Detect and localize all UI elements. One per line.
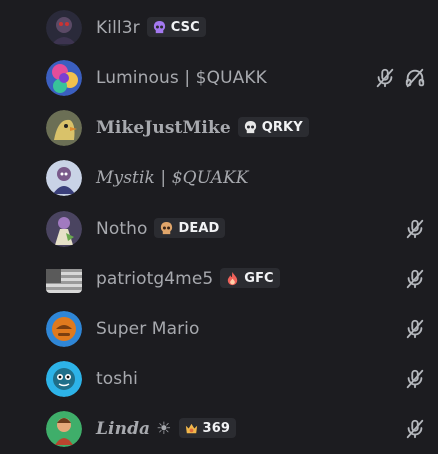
headphones-deafened-icon [404, 67, 426, 89]
member-row-mystik[interactable]: Mystik | $QUAKK [0, 153, 438, 203]
skull-icon [243, 120, 258, 135]
member-name[interactable]: Mystik | $QUAKK [96, 168, 249, 188]
orange-avatar-icon[interactable] [46, 311, 82, 347]
mic-muted-icon [404, 218, 426, 240]
status-icons [404, 418, 426, 440]
skull-purple-icon [152, 20, 167, 35]
skull-orange-icon [159, 221, 174, 236]
figure-avatar-icon[interactable] [46, 211, 82, 247]
member-row-luminous[interactable]: Luminous | $QUAKK [0, 53, 438, 103]
server-tag[interactable]: CSC [146, 17, 206, 37]
member-name[interactable]: MikeJustMike QRKY [96, 117, 309, 138]
server-tag[interactable]: QRKY [237, 117, 309, 137]
character-avatar-icon[interactable] [46, 160, 82, 196]
status-icons [374, 67, 426, 89]
member-row-notho[interactable]: Notho DEAD [0, 204, 438, 254]
green-avatar-icon[interactable] [46, 411, 82, 447]
member-name[interactable]: Luminous | $QUAKK [96, 68, 267, 88]
voice-member-list: Kill3r CSC Luminous | $QUAKK MikeJustMike… [0, 0, 438, 453]
eagle-avatar-icon[interactable] [46, 110, 82, 146]
server-tag[interactable]: 369 [178, 418, 236, 438]
mic-muted-icon [404, 318, 426, 340]
status-icons [404, 318, 426, 340]
member-name[interactable]: Notho DEAD [96, 218, 226, 239]
teal-avatar-icon[interactable] [46, 361, 82, 397]
member-row-kill3r[interactable]: Kill3r CSC [0, 3, 438, 53]
flame-icon [225, 271, 240, 286]
mic-muted-icon [374, 67, 396, 89]
status-icons [404, 218, 426, 240]
dark-avatar-icon[interactable] [46, 10, 82, 46]
status-icons [404, 368, 426, 390]
colorful-avatar-icon[interactable] [46, 60, 82, 96]
member-row-toshi[interactable]: toshi [0, 354, 438, 404]
member-name[interactable]: patriotg4me5 GFC [96, 268, 280, 289]
mic-muted-icon [404, 268, 426, 290]
mic-muted-icon [404, 368, 426, 390]
member-row-super-mario[interactable]: Super Mario [0, 304, 438, 354]
member-row-patriotg4me5[interactable]: patriotg4me5 GFC [0, 254, 438, 304]
status-icons [404, 268, 426, 290]
server-tag[interactable]: GFC [220, 268, 280, 288]
server-tag[interactable]: DEAD [154, 218, 226, 238]
crown-icon [184, 421, 199, 436]
member-name[interactable]: Super Mario [96, 319, 200, 339]
member-row-linda[interactable]: Linda ☀ 369 [0, 404, 438, 454]
member-row-mikejustmike[interactable]: MikeJustMike QRKY [0, 103, 438, 153]
member-name[interactable]: Linda ☀ 369 [96, 418, 236, 439]
member-name[interactable]: Kill3r CSC [96, 17, 206, 38]
member-name[interactable]: toshi [96, 369, 138, 389]
mic-muted-icon [404, 418, 426, 440]
flag-avatar-icon[interactable] [46, 265, 82, 293]
